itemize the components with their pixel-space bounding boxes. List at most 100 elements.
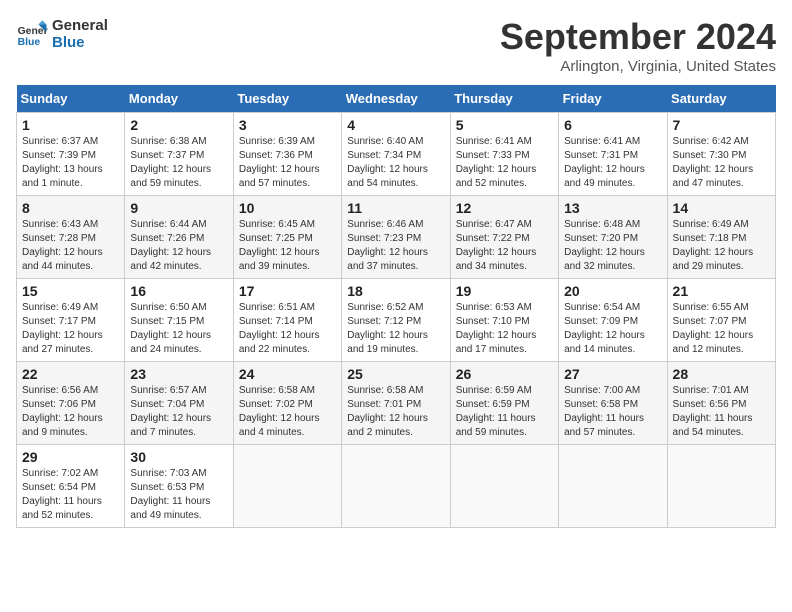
calendar-cell: 23 Sunrise: 6:57 AMSunset: 7:04 PMDayligh… — [125, 362, 233, 445]
week-row-4: 22 Sunrise: 6:56 AMSunset: 7:06 PMDayligh… — [17, 362, 776, 445]
logo-line1: General — [52, 18, 108, 35]
week-row-5: 29Sunrise: 7:02 AMSunset: 6:54 PMDayligh… — [17, 445, 776, 528]
calendar-cell: 27Sunrise: 7:00 AMSunset: 6:58 PMDayligh… — [559, 362, 667, 445]
day-info: Sunrise: 6:48 AMSunset: 7:20 PMDaylight:… — [564, 218, 661, 274]
calendar-cell: 4Sunrise: 6:40 AMSunset: 7:34 PMDaylight… — [342, 113, 450, 196]
title-area: September 2024 Arlington, Virginia, Unit… — [500, 16, 776, 75]
day-number: 5 — [456, 117, 553, 133]
logo: General Blue General Blue — [16, 16, 108, 51]
day-info: Sunrise: 6:41 AMSunset: 7:31 PMDaylight:… — [564, 135, 661, 191]
day-number: 23 — [130, 366, 227, 382]
day-number: 12 — [456, 200, 553, 216]
day-number: 27 — [564, 366, 661, 382]
day-number: 24 — [239, 366, 336, 382]
calendar-cell: 29Sunrise: 7:02 AMSunset: 6:54 PMDayligh… — [17, 445, 125, 528]
day-info: Sunrise: 6:43 AMSunset: 7:28 PMDaylight:… — [22, 218, 119, 274]
calendar-cell: 19Sunrise: 6:53 AMSunset: 7:10 PMDayligh… — [450, 279, 558, 362]
day-info: Sunrise: 6:50 AMSunset: 7:15 PMDaylight:… — [130, 301, 227, 357]
month-title: September 2024 — [500, 16, 776, 58]
day-number: 6 — [564, 117, 661, 133]
calendar-table: SundayMondayTuesdayWednesdayThursdayFrid… — [16, 85, 776, 528]
calendar-cell: 26 Sunrise: 6:59 AMSunset: 6:59 PMDayligh… — [450, 362, 558, 445]
calendar-cell: 20 Sunrise: 6:54 AMSunset: 7:09 PMDayligh… — [559, 279, 667, 362]
calendar-cell: 7 Sunrise: 6:42 AMSunset: 7:30 PMDaylight… — [667, 113, 775, 196]
day-info: Sunrise: 6:49 AMSunset: 7:18 PMDaylight:… — [673, 218, 770, 274]
day-number: 15 — [22, 283, 119, 299]
day-number: 9 — [130, 200, 227, 216]
calendar-cell: 10 Sunrise: 6:45 AMSunset: 7:25 PMDayligh… — [233, 196, 341, 279]
day-info: Sunrise: 6:40 AMSunset: 7:34 PMDaylight:… — [347, 135, 444, 191]
day-number: 19 — [456, 283, 553, 299]
col-header-wednesday: Wednesday — [342, 85, 450, 113]
calendar-cell: 22 Sunrise: 6:56 AMSunset: 7:06 PMDayligh… — [17, 362, 125, 445]
day-number: 2 — [130, 117, 227, 133]
header: General Blue General Blue September 2024… — [16, 16, 776, 75]
calendar-cell: 3Sunrise: 6:39 AMSunset: 7:36 PMDaylight… — [233, 113, 341, 196]
week-row-2: 8Sunrise: 6:43 AMSunset: 7:28 PMDaylight… — [17, 196, 776, 279]
calendar-cell: 16 Sunrise: 6:50 AMSunset: 7:15 PMDayligh… — [125, 279, 233, 362]
calendar-cell: 28Sunrise: 7:01 AMSunset: 6:56 PMDayligh… — [667, 362, 775, 445]
day-info: Sunrise: 6:41 AMSunset: 7:33 PMDaylight:… — [456, 135, 553, 191]
col-header-sunday: Sunday — [17, 85, 125, 113]
day-info: Sunrise: 6:56 AMSunset: 7:06 PMDaylight:… — [22, 384, 119, 440]
calendar-cell: 11Sunrise: 6:46 AMSunset: 7:23 PMDayligh… — [342, 196, 450, 279]
col-header-thursday: Thursday — [450, 85, 558, 113]
logo-icon: General Blue — [16, 18, 48, 50]
day-info: Sunrise: 7:03 AMSunset: 6:53 PMDaylight:… — [130, 467, 227, 523]
day-number: 22 — [22, 366, 119, 382]
day-info: Sunrise: 6:37 AMSunset: 7:39 PMDaylight:… — [22, 135, 119, 191]
day-number: 1 — [22, 117, 119, 133]
day-number: 28 — [673, 366, 770, 382]
svg-text:Blue: Blue — [18, 37, 41, 48]
day-info: Sunrise: 6:44 AMSunset: 7:26 PMDaylight:… — [130, 218, 227, 274]
calendar-cell: 30 Sunrise: 7:03 AMSunset: 6:53 PMDayligh… — [125, 445, 233, 528]
day-info: Sunrise: 6:38 AMSunset: 7:37 PMDaylight:… — [130, 135, 227, 191]
calendar-cell: 25 Sunrise: 6:58 AMSunset: 7:01 PMDayligh… — [342, 362, 450, 445]
calendar-cell: 6 Sunrise: 6:41 AMSunset: 7:31 PMDaylight… — [559, 113, 667, 196]
day-info: Sunrise: 6:58 AMSunset: 7:01 PMDaylight:… — [347, 384, 444, 440]
calendar-cell: 17 Sunrise: 6:51 AMSunset: 7:14 PMDayligh… — [233, 279, 341, 362]
day-number: 14 — [673, 200, 770, 216]
day-info: Sunrise: 6:57 AMSunset: 7:04 PMDaylight:… — [130, 384, 227, 440]
day-number: 30 — [130, 449, 227, 465]
day-number: 17 — [239, 283, 336, 299]
day-number: 13 — [564, 200, 661, 216]
calendar-cell: 24 Sunrise: 6:58 AMSunset: 7:02 PMDayligh… — [233, 362, 341, 445]
day-number: 18 — [347, 283, 444, 299]
day-info: Sunrise: 6:51 AMSunset: 7:14 PMDaylight:… — [239, 301, 336, 357]
calendar-cell: 2 Sunrise: 6:38 AMSunset: 7:37 PMDaylight… — [125, 113, 233, 196]
location-title: Arlington, Virginia, United States — [500, 58, 776, 75]
col-header-saturday: Saturday — [667, 85, 775, 113]
day-number: 20 — [564, 283, 661, 299]
week-row-1: 1 Sunrise: 6:37 AMSunset: 7:39 PMDaylight… — [17, 113, 776, 196]
day-info: Sunrise: 6:46 AMSunset: 7:23 PMDaylight:… — [347, 218, 444, 274]
day-info: Sunrise: 6:59 AMSunset: 6:59 PMDaylight:… — [456, 384, 553, 440]
day-number: 3 — [239, 117, 336, 133]
calendar-cell — [559, 445, 667, 528]
col-header-tuesday: Tuesday — [233, 85, 341, 113]
day-number: 10 — [239, 200, 336, 216]
calendar-cell — [342, 445, 450, 528]
day-number: 29 — [22, 449, 119, 465]
calendar-cell: 1 Sunrise: 6:37 AMSunset: 7:39 PMDaylight… — [17, 113, 125, 196]
week-row-3: 15 Sunrise: 6:49 AMSunset: 7:17 PMDayligh… — [17, 279, 776, 362]
day-info: Sunrise: 6:54 AMSunset: 7:09 PMDaylight:… — [564, 301, 661, 357]
day-info: Sunrise: 6:42 AMSunset: 7:30 PMDaylight:… — [673, 135, 770, 191]
calendar-cell: 21Sunrise: 6:55 AMSunset: 7:07 PMDayligh… — [667, 279, 775, 362]
day-number: 16 — [130, 283, 227, 299]
day-info: Sunrise: 6:58 AMSunset: 7:02 PMDaylight:… — [239, 384, 336, 440]
day-number: 25 — [347, 366, 444, 382]
calendar-cell: 13 Sunrise: 6:48 AMSunset: 7:20 PMDayligh… — [559, 196, 667, 279]
day-info: Sunrise: 6:45 AMSunset: 7:25 PMDaylight:… — [239, 218, 336, 274]
day-info: Sunrise: 6:52 AMSunset: 7:12 PMDaylight:… — [347, 301, 444, 357]
calendar-cell: 12Sunrise: 6:47 AMSunset: 7:22 PMDayligh… — [450, 196, 558, 279]
header-row: SundayMondayTuesdayWednesdayThursdayFrid… — [17, 85, 776, 113]
day-number: 7 — [673, 117, 770, 133]
day-number: 26 — [456, 366, 553, 382]
calendar-cell: 15 Sunrise: 6:49 AMSunset: 7:17 PMDayligh… — [17, 279, 125, 362]
calendar-cell — [667, 445, 775, 528]
day-info: Sunrise: 6:49 AMSunset: 7:17 PMDaylight:… — [22, 301, 119, 357]
day-number: 21 — [673, 283, 770, 299]
calendar-cell: 8Sunrise: 6:43 AMSunset: 7:28 PMDaylight… — [17, 196, 125, 279]
col-header-friday: Friday — [559, 85, 667, 113]
